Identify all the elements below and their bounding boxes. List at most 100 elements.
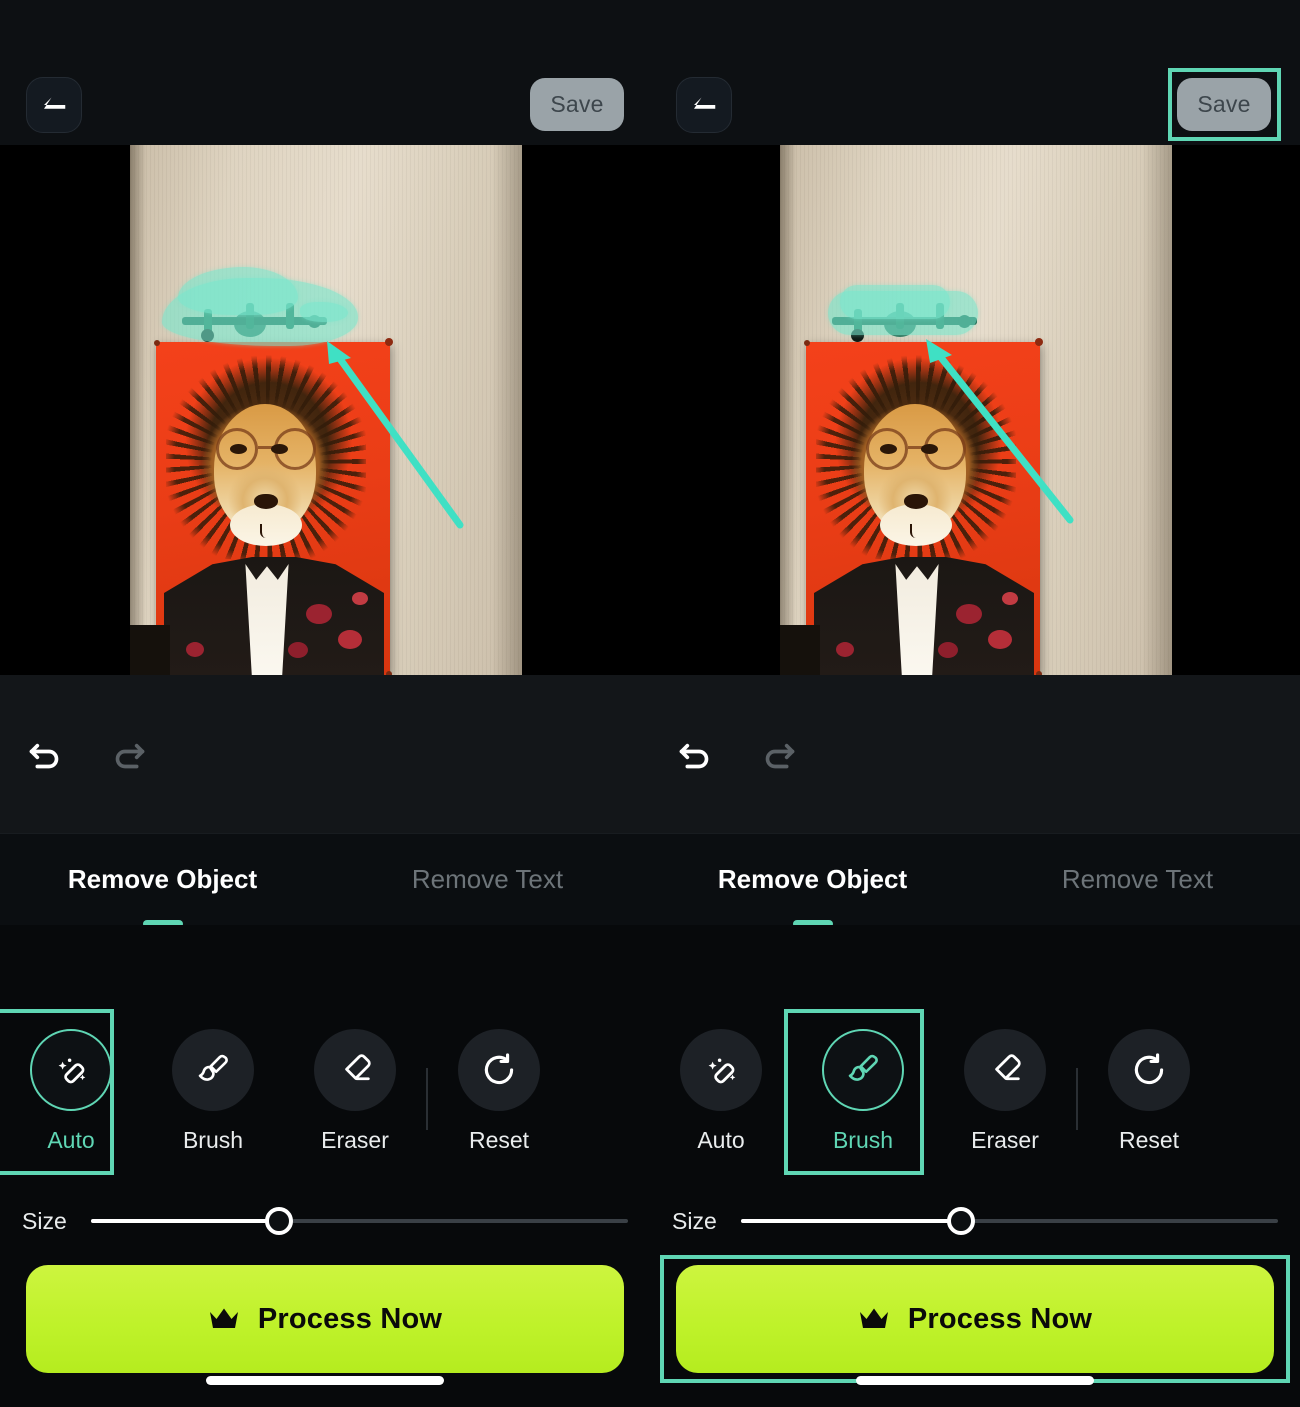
image-canvas[interactable] [650, 145, 1300, 675]
top-bar: Save [650, 0, 1300, 145]
save-button-label: Save [1197, 91, 1251, 117]
process-now-button[interactable]: Process Now [676, 1265, 1274, 1373]
tool-row: Auto Brush Eraser Reset [0, 1009, 650, 1175]
slider-fill [90, 1219, 279, 1223]
back-arrow-icon [44, 97, 66, 109]
reset-rotate-icon [1134, 1053, 1164, 1085]
save-button[interactable]: Save [530, 78, 624, 131]
process-now-wrap: Process Now [650, 1255, 1300, 1383]
side-by-side-comparison: Save Remove Object Remove Text Auto Brus… [0, 0, 1300, 1407]
tab-remove-text[interactable]: Remove Text [975, 834, 1300, 925]
undo-icon [679, 743, 709, 769]
chair-corner [130, 625, 170, 675]
screen-panel-right: Save Remove Object Remove Text Auto Brus… [650, 0, 1300, 1407]
mode-tabs: Remove Object Remove Text [650, 833, 1300, 928]
tool-eraser[interactable]: Eraser [934, 1021, 1076, 1154]
tool-brush-label: Brush [832, 1127, 894, 1153]
process-now-button[interactable]: Process Now [26, 1265, 624, 1373]
mode-tabs: Remove Object Remove Text [0, 833, 650, 928]
tool-brush[interactable]: Brush [784, 1009, 934, 1175]
back-arrow-icon [694, 97, 716, 109]
process-now-label: Process Now [257, 1302, 443, 1335]
tool-reset[interactable]: Reset [428, 1021, 570, 1154]
eraser-icon [345, 1054, 371, 1081]
tool-eraser-circle [314, 1029, 396, 1111]
chair-corner [780, 625, 820, 675]
tool-eraser-label: Eraser [321, 1127, 389, 1153]
size-slider-row: Size [0, 1197, 650, 1245]
reset-rotate-icon [484, 1053, 514, 1085]
size-slider-row: Size [650, 1197, 1300, 1245]
tool-auto[interactable]: Auto [0, 1009, 142, 1175]
tool-brush-circle [172, 1029, 254, 1111]
magic-wand-eraser-icon [708, 1058, 736, 1084]
tool-auto-label: Auto [697, 1127, 745, 1153]
tool-reset-circle [458, 1029, 540, 1111]
history-row [0, 675, 650, 833]
tool-brush[interactable]: Brush [142, 1021, 284, 1154]
tool-row: Auto Brush Eraser Reset [650, 1009, 1300, 1175]
tool-eraser-circle [964, 1029, 1046, 1111]
redo-icon [115, 743, 145, 769]
back-button[interactable] [676, 77, 732, 133]
undo-icon [29, 743, 59, 769]
magic-wand-eraser-icon [58, 1058, 86, 1084]
wall-shadow-left [780, 145, 796, 675]
size-slider[interactable] [740, 1206, 1278, 1236]
tool-reset-label: Reset [468, 1127, 530, 1153]
redo-button[interactable] [104, 728, 156, 780]
tool-reset-label: Reset [1118, 1127, 1180, 1153]
tab-remove-object[interactable]: Remove Object [0, 834, 325, 928]
top-bar: Save [0, 0, 650, 145]
tools-area: Auto Brush Eraser Reset Size Process Now [650, 925, 1300, 1407]
tools-area: Auto Brush Eraser Reset Size Process Now [0, 925, 650, 1407]
tool-auto[interactable]: Auto [650, 1021, 792, 1154]
selection-mask-auto-tail [300, 302, 348, 322]
screen-panel-left: Save Remove Object Remove Text Auto Brus… [0, 0, 650, 1407]
save-button[interactable]: Save [1177, 78, 1271, 131]
tool-auto-label: Auto [47, 1127, 95, 1153]
controls-area: Remove Object Remove Text Auto Brush Era… [0, 675, 650, 1407]
undo-button[interactable] [18, 728, 70, 780]
tab-remove-object-label: Remove Object [67, 864, 258, 894]
slider-fill [740, 1219, 962, 1223]
tool-reset[interactable]: Reset [1078, 1021, 1220, 1154]
selection-mask-brush-upper [840, 285, 950, 319]
tool-auto-circle [30, 1029, 112, 1111]
brush-icon [198, 1054, 228, 1081]
crown-icon [859, 1308, 888, 1328]
size-slider[interactable] [90, 1206, 628, 1236]
tool-brush-label: Brush [182, 1127, 244, 1153]
edited-photo[interactable] [130, 145, 522, 675]
lion-illustration [806, 342, 1040, 675]
tab-remove-text-label: Remove Text [411, 864, 564, 894]
home-indicator [856, 1376, 1094, 1385]
home-indicator [206, 1376, 444, 1385]
size-label: Size [22, 1207, 67, 1234]
slider-thumb[interactable] [264, 1207, 293, 1235]
back-button[interactable] [26, 77, 82, 133]
tool-brush-circle [822, 1029, 904, 1111]
slider-thumb[interactable] [947, 1207, 976, 1235]
tab-remove-object-label: Remove Object [717, 864, 908, 894]
image-canvas[interactable] [0, 145, 650, 675]
edited-photo[interactable] [780, 145, 1172, 675]
history-row [650, 675, 1300, 833]
tool-auto-circle [680, 1029, 762, 1111]
tool-eraser-label: Eraser [971, 1127, 1039, 1153]
undo-button[interactable] [668, 728, 720, 780]
wall-shadow-left [130, 145, 146, 675]
tab-remove-text[interactable]: Remove Text [325, 834, 650, 925]
wall-shadow-right [1142, 145, 1172, 675]
lion-illustration [156, 342, 390, 675]
save-button-label: Save [550, 91, 604, 117]
redo-button[interactable] [754, 728, 806, 780]
eraser-icon [995, 1054, 1021, 1081]
tool-eraser[interactable]: Eraser [284, 1021, 426, 1154]
tab-remove-object[interactable]: Remove Object [650, 834, 975, 928]
process-now-wrap: Process Now [0, 1265, 650, 1373]
crown-icon [209, 1308, 238, 1328]
brush-icon [848, 1054, 878, 1081]
tab-remove-text-label: Remove Text [1061, 864, 1214, 894]
size-label: Size [672, 1207, 717, 1234]
